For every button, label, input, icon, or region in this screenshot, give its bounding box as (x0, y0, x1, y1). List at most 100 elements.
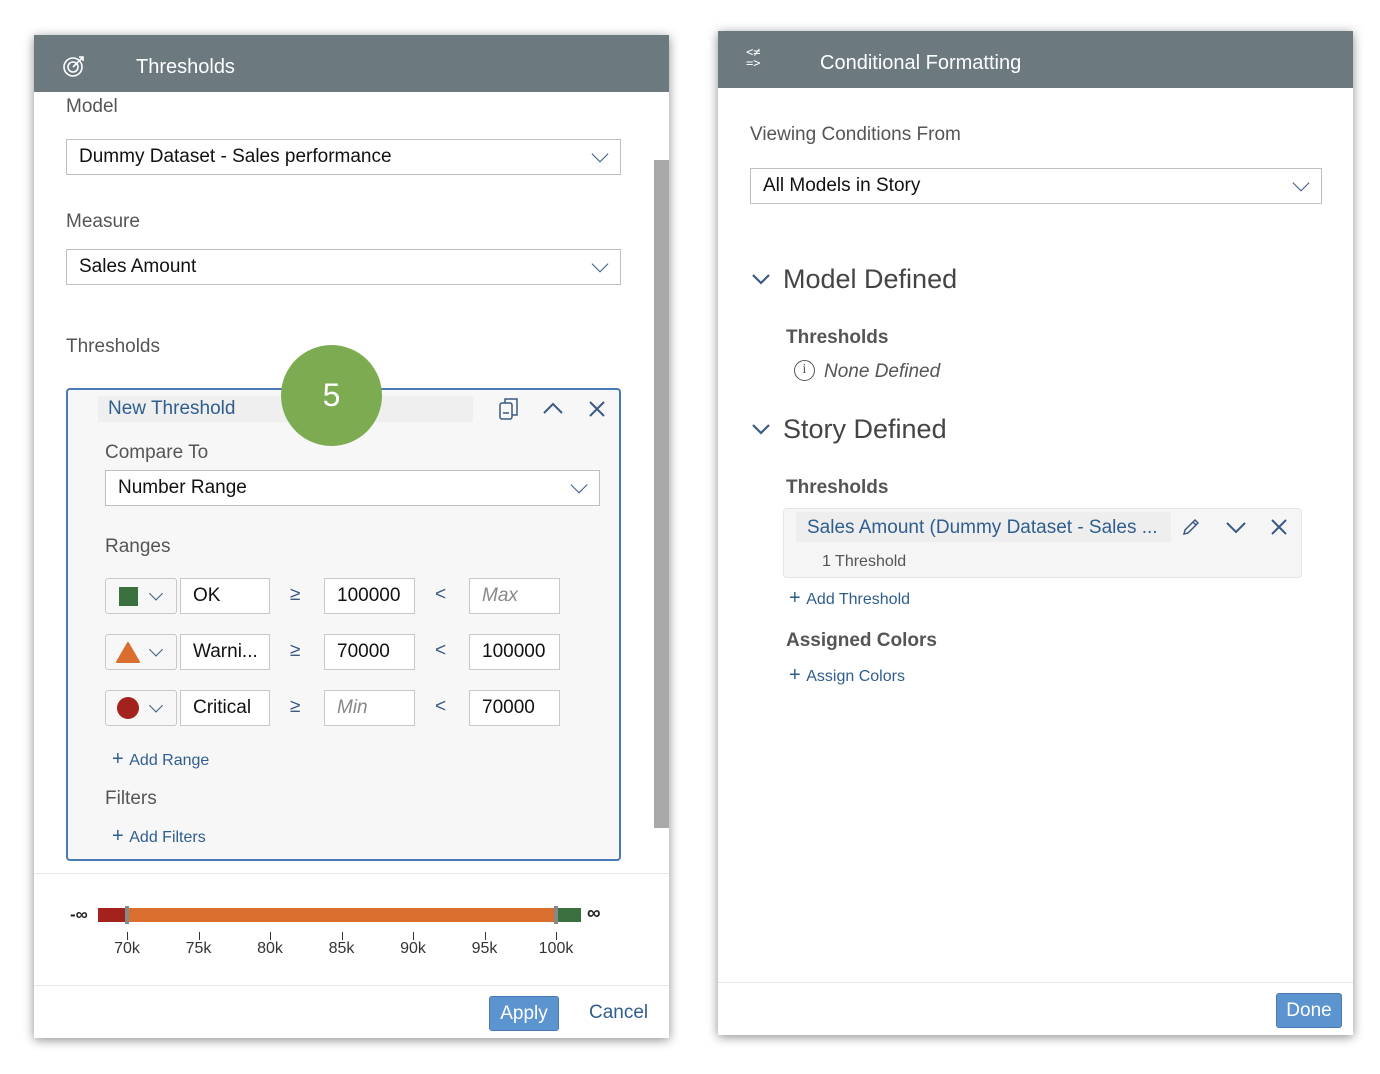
story-defined-heading[interactable]: Story Defined (783, 414, 947, 445)
compare-to-select[interactable]: Number Range (105, 470, 600, 506)
add-filters-link[interactable]: + Add Filters (112, 825, 206, 848)
compare-to-label: Compare To (105, 442, 209, 463)
threshold-item[interactable]: Sales Amount (Dummy Dataset - Sales ... … (783, 508, 1302, 578)
model-defined-heading[interactable]: Model Defined (783, 264, 957, 295)
viewing-select[interactable]: All Models in Story (750, 168, 1322, 204)
copy-icon[interactable] (498, 397, 520, 421)
negative-infinity: -∞ (70, 905, 88, 924)
range-to-input[interactable]: 100000 (469, 634, 560, 670)
add-threshold-link[interactable]: + Add Threshold (789, 587, 910, 610)
measure-select[interactable]: Sales Amount (66, 249, 621, 285)
target-icon (63, 56, 84, 77)
viewing-label: Viewing Conditions From (750, 124, 961, 145)
conditional-formatting-panel: <≠ => Conditional Formatting Viewing Cond… (718, 31, 1353, 1035)
done-button[interactable]: Done (1276, 993, 1342, 1028)
none-defined: None Defined (824, 361, 941, 382)
axis-tick (127, 932, 128, 940)
axis-tick (484, 932, 486, 940)
thresholds-panel: Thresholds Model Dummy Dataset - Sales p… (34, 35, 669, 1038)
measure-label: Measure (66, 211, 140, 232)
assigned-colors-label: Assigned Colors (786, 630, 937, 651)
symbol-select[interactable] (105, 634, 177, 670)
divider (34, 873, 669, 874)
cancel-button[interactable]: Cancel (589, 1002, 648, 1024)
greater-equal-operator: ≥ (290, 696, 301, 717)
range-from-input[interactable]: 100000 (324, 578, 415, 614)
axis-tick-label: 80k (257, 940, 283, 957)
segment-ok (556, 908, 581, 922)
axis-tick-label: 90k (400, 940, 426, 957)
close-icon[interactable] (588, 400, 606, 418)
chevron-down-icon (591, 145, 609, 163)
range-from-input[interactable]: Min (324, 690, 415, 726)
less-than-operator: < (435, 640, 447, 661)
chevron-down-icon[interactable] (1225, 520, 1247, 534)
chevron-down-icon (148, 698, 164, 713)
close-icon[interactable] (1270, 518, 1288, 536)
chevron-down-icon[interactable] (751, 422, 771, 436)
handle-100k[interactable] (554, 906, 558, 924)
chevron-down-icon (148, 586, 164, 601)
range-label-input[interactable]: OK (180, 578, 270, 614)
model-thresholds-label: Thresholds (786, 327, 889, 348)
conditions-icon: <≠ => (746, 45, 761, 70)
less-than-operator: < (435, 696, 447, 717)
greater-equal-operator: ≥ (290, 640, 301, 661)
range-from-input[interactable]: 70000 (324, 634, 415, 670)
chevron-down-icon (148, 642, 164, 657)
threshold-title[interactable]: Sales Amount (Dummy Dataset - Sales ... (807, 517, 1158, 539)
panel-title: Thresholds (136, 56, 235, 78)
story-thresholds-label: Thresholds (786, 477, 889, 498)
range-row: OK ≥ 100000 < Max (68, 578, 619, 614)
segment-critical (98, 908, 127, 922)
segment-warning (127, 908, 556, 922)
divider (718, 982, 1353, 983)
chevron-down-icon (570, 476, 588, 494)
chevron-down-icon[interactable] (751, 272, 771, 286)
chevron-down-icon (591, 255, 609, 273)
symbol-select[interactable] (105, 690, 177, 726)
axis-tick-label: 100k (538, 940, 574, 957)
range-to-input[interactable]: 70000 (469, 690, 560, 726)
assign-colors-link[interactable]: + Assign Colors (789, 664, 905, 687)
axis-tick-label: 75k (185, 940, 212, 957)
model-select[interactable]: Dummy Dataset - Sales performance (66, 139, 621, 175)
filters-label: Filters (105, 788, 157, 809)
range-to-input[interactable]: Max (469, 578, 560, 614)
handle-70k[interactable] (125, 906, 129, 924)
model-value: Dummy Dataset - Sales performance (79, 146, 392, 167)
model-label: Model (66, 96, 118, 117)
axis-tick-label: 95k (471, 940, 498, 957)
axis-tick-label: 70k (114, 940, 140, 957)
axis-tick (341, 932, 343, 940)
step-badge: 5 (281, 345, 382, 446)
divider (34, 985, 669, 986)
panel-title: Conditional Formatting (820, 52, 1022, 74)
ranges-label: Ranges (105, 536, 171, 557)
range-label-input[interactable]: Critical (180, 690, 270, 726)
symbol-select[interactable] (105, 578, 177, 614)
axis-tick-label: 85k (328, 940, 355, 957)
panel-header: Thresholds (34, 35, 669, 92)
measure-value: Sales Amount (79, 256, 197, 277)
viewing-value: All Models in Story (763, 175, 921, 196)
chevron-down-icon (1292, 174, 1310, 192)
compare-to-value: Number Range (118, 477, 247, 498)
axis-tick (556, 932, 557, 940)
threshold-name[interactable]: New Threshold (108, 398, 235, 420)
range-row: Warni... ≥ 70000 < 100000 (68, 634, 619, 670)
threshold-card: New Threshold Compare To Number Range Ra… (66, 388, 621, 861)
chevron-up-icon[interactable] (542, 400, 564, 416)
scrollbar[interactable] (654, 160, 669, 828)
add-range-link[interactable]: + Add Range (112, 748, 209, 771)
apply-button[interactable]: Apply (489, 996, 559, 1031)
axis-tick (270, 932, 271, 940)
range-label-input[interactable]: Warni... (180, 634, 270, 670)
less-than-operator: < (435, 584, 447, 605)
panel-header: <≠ => Conditional Formatting (718, 31, 1353, 88)
edit-icon[interactable] (1181, 517, 1201, 537)
info-icon: i (794, 360, 815, 381)
range-row: Critical ≥ Min < 70000 (68, 690, 619, 726)
axis-tick (413, 932, 414, 940)
axis-tick (198, 932, 200, 940)
